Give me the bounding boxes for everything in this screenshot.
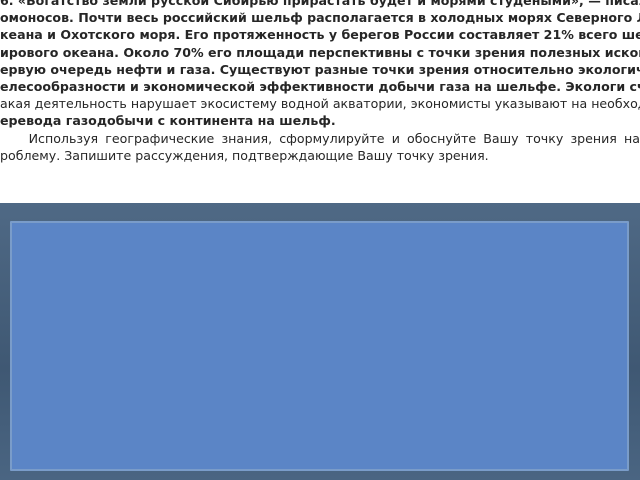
text-segment: еревода газодобычи с континента на шельф… bbox=[0, 113, 336, 129]
text-line-7: акая деятельность нарушает экосистему во… bbox=[0, 95, 640, 112]
slide-frame bbox=[0, 203, 640, 480]
text-segment: Используя географические знания, сформул… bbox=[0, 130, 640, 146]
text-segment: омоносов. Почти весь российский шельф ра… bbox=[0, 10, 640, 26]
document-text: 6. «Богатство земли русской Сибирью прир… bbox=[0, 0, 640, 192]
text-segment: кеана и Охотского моря. bbox=[0, 27, 185, 43]
text-segment: акая деятельность нарушает экосистему во… bbox=[0, 96, 640, 112]
text-line-3: кеана и Охотского моря. Его протяженност… bbox=[0, 26, 640, 43]
text-segment: ирового океана. Около 70% его площади пе… bbox=[0, 44, 640, 60]
page: 6. «Богатство земли русской Сибирью прир… bbox=[0, 0, 640, 480]
text-line-2: омоносов. Почти весь российский шельф ра… bbox=[0, 9, 640, 26]
text-line-4: ирового океана. Около 70% его площади пе… bbox=[0, 44, 640, 61]
text-line-6: елесообразности и экономической эффектив… bbox=[0, 78, 640, 95]
blue-text-panel bbox=[10, 221, 629, 471]
text-line-5: ервую очередь нефти и газа. Существуют р… bbox=[0, 61, 640, 78]
text-segment: роблему. Запишите рассуждения, подтвержд… bbox=[0, 147, 489, 163]
text-segment: Его протяженность у берегов России соста… bbox=[184, 27, 640, 43]
text-line-10: роблему. Запишите рассуждения, подтвержд… bbox=[0, 147, 640, 164]
text-segment: ервую очередь нефти и газа. Существуют р… bbox=[0, 61, 640, 77]
text-line-9: Используя географические знания, сформул… bbox=[0, 130, 640, 147]
text-line-1: 6. «Богатство земли русской Сибирью прир… bbox=[0, 0, 640, 9]
text-segment: 6. «Богатство земли русской Сибирью прир… bbox=[0, 0, 640, 8]
text-segment: елесообразности и экономической эффектив… bbox=[0, 78, 640, 94]
text-line-8: еревода газодобычи с континента на шельф… bbox=[0, 112, 640, 129]
